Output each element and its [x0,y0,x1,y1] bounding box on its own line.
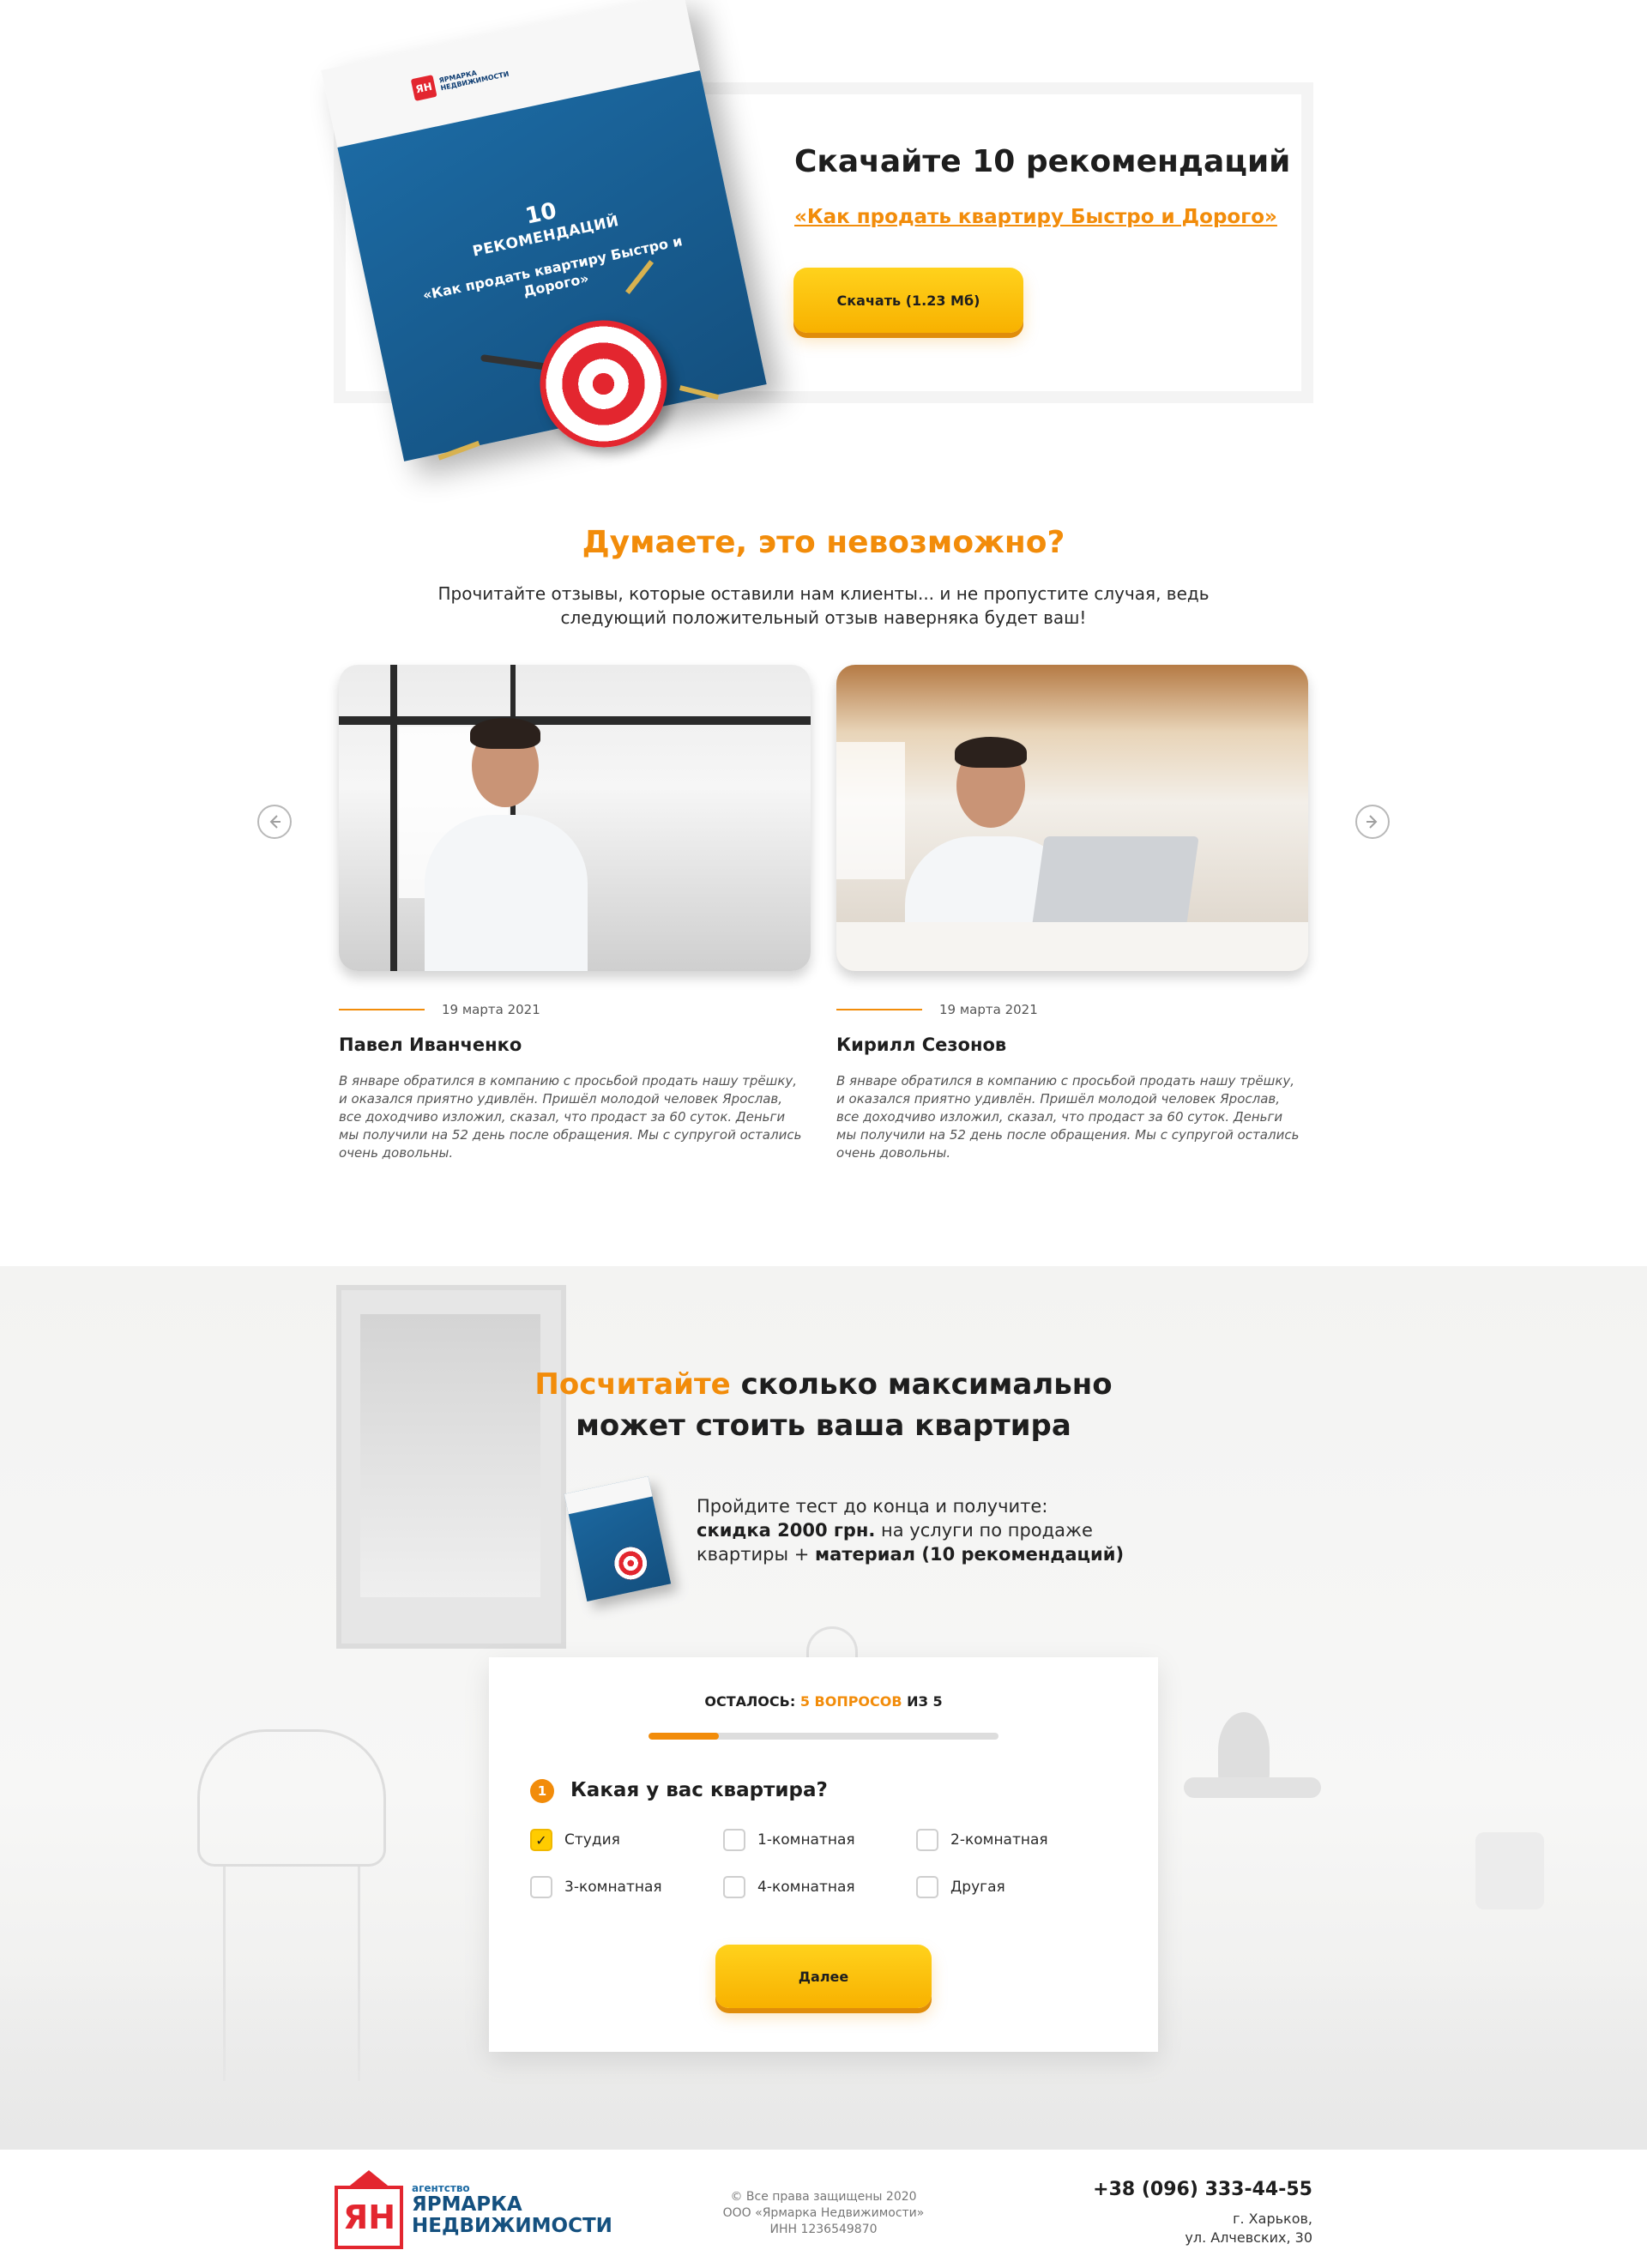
quiz-remaining-suffix: ИЗ 5 [902,1693,943,1710]
footer-inn: ИНН 1236549870 [769,2223,878,2236]
option-checkbox[interactable] [530,1876,552,1898]
download-button[interactable]: Скачать (1.23 Мб) [793,268,1023,333]
footer-logo[interactable]: ЯН агентство ЯРМАРКА НЕДВИЖИМОСТИ [335,2170,612,2249]
option-4-room[interactable]: 4-комнатная [723,1876,855,1898]
review-card: 19 марта 2021 Павел Иванченко В январе о… [339,665,811,1162]
review-author: Павел Иванченко [339,1034,522,1055]
review-photo [836,665,1308,971]
quiz-promo-line1: Пройдите тест до конца и получите: [697,1496,1048,1517]
option-label: 2-комнатная [950,1831,1048,1849]
option-1-room[interactable]: 1-комнатная [723,1829,855,1851]
ebook-logo-mark: ЯН [410,75,437,101]
quiz-title: Посчитайте сколько максимально может сто… [395,1364,1252,1446]
logo-line1: ЯРМАРКА [412,2193,522,2216]
footer-legal: © Все права защищены 2020 ООО «Ярмарка Н… [652,2189,995,2238]
carousel-prev-button[interactable] [257,805,292,839]
arrow-right-icon [1366,815,1378,829]
key-icon [679,385,720,401]
download-link[interactable]: «Как продать квартиру Быстро и Дорого» [794,206,1277,228]
option-2-room[interactable]: 2-комнатная [916,1829,1048,1851]
footer-company: ООО «Ярмарка Недвижимости» [722,2206,925,2220]
question-number-badge: 1 [530,1779,554,1803]
target-icon [528,308,679,460]
option-label: Другая [950,1879,1005,1896]
quiz-remaining-count: 5 ВОПРОСОВ [799,1693,902,1710]
date-divider [836,1009,922,1010]
option-checkbox[interactable] [916,1829,938,1851]
review-text: В январе обратился в компанию с просьбой… [339,1073,802,1161]
review-text: В январе обратился в компанию с просьбой… [836,1073,1300,1161]
download-title: Скачайте 10 рекомендаций [794,144,1291,179]
option-3-room[interactable]: 3-комнатная [530,1876,662,1898]
review-card: 19 марта 2021 Кирилл Сезонов В январе об… [836,665,1308,1162]
option-label: 3-комнатная [564,1879,662,1896]
logo-name: агентство ЯРМАРКА НЕДВИЖИМОСТИ [412,2182,612,2237]
logo-mark: ЯН [335,2170,403,2249]
quiz-title-rest: сколько максимально [730,1367,1113,1402]
footer-phone[interactable]: +38 (096) 333-44-55 [1029,2179,1312,2200]
option-checkbox[interactable] [916,1876,938,1898]
footer-city: г. Харьков, [1233,2211,1312,2227]
option-checkbox[interactable]: ✓ [530,1829,552,1851]
quiz-panel: ОСТАЛОСЬ: 5 ВОПРОСОВ ИЗ 5 1 Какая у вас … [489,1657,1158,2052]
quiz-promo-material: материал (10 рекомендаций) [815,1544,1125,1565]
quiz-title-line2: может стоить ваша квартира [576,1408,1071,1443]
footer-address: г. Харьков, ул. Алчевских, 30 [1029,2210,1312,2247]
review-date-row: 19 марта 2021 [339,1002,811,1017]
logo-letters: ЯН [343,2199,396,2236]
footer-copyright: © Все права защищены 2020 [730,2190,917,2204]
quiz-title-highlight: Посчитайте [534,1367,731,1402]
option-checkbox[interactable] [723,1829,745,1851]
carousel-next-button[interactable] [1355,805,1390,839]
quiz-promo: Пройдите тест до конца и получите: скидк… [697,1494,1143,1566]
review-author: Кирилл Сезонов [836,1034,1007,1055]
key-icon [437,440,480,461]
review-photo [339,665,811,971]
quiz-progress-bar [649,1733,998,1740]
quiz-remaining-prefix: ОСТАЛОСЬ: [704,1693,800,1710]
next-button[interactable]: Далее [715,1945,932,2008]
review-date-row: 19 марта 2021 [836,1002,1308,1017]
option-other[interactable]: Другая [916,1876,1005,1898]
option-label: Студия [564,1831,620,1849]
reviews-subtitle: Прочитайте отзывы, которые оставили нам … [437,583,1210,628]
option-checkbox[interactable] [723,1876,745,1898]
target-icon [611,1543,650,1583]
logo-line2: НЕДВИЖИМОСТИ [412,2215,612,2237]
date-divider [339,1009,425,1010]
logo-small-text: агентство [412,2182,470,2194]
review-date: 19 марта 2021 [939,1002,1038,1017]
arrow-left-icon [269,815,281,829]
review-date: 19 марта 2021 [442,1002,540,1017]
quiz-remaining: ОСТАЛОСЬ: 5 ВОПРОСОВ ИЗ 5 [489,1693,1158,1710]
option-studio[interactable]: ✓ Студия [530,1829,620,1851]
quiz-promo-discount: скидка 2000 грн. [697,1520,876,1541]
option-label: 1-комнатная [757,1831,855,1849]
quiz-progress-fill [649,1733,719,1740]
question-text: Какая у вас квартира? [570,1779,828,1801]
reviews-title: Думаете, это невозможно? [582,525,1065,560]
footer-street: ул. Алчевских, 30 [1185,2229,1312,2246]
option-label: 4-комнатная [757,1879,855,1896]
